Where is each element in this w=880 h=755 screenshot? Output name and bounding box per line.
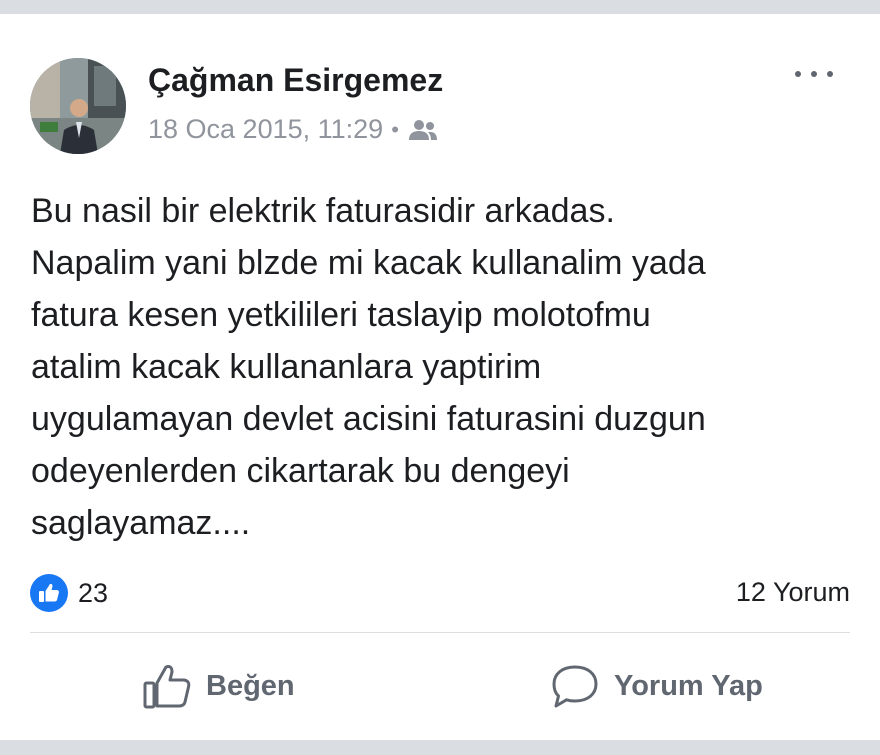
post-timestamp[interactable]: 18 Oca 2015, 11:29 (148, 114, 383, 145)
post-text: Bu nasil bir elektrik faturasidir arkada… (31, 185, 861, 549)
comment-icon (552, 665, 598, 708)
comment-count[interactable]: 12 Yorum (736, 577, 850, 608)
like-button[interactable]: Beğen (142, 662, 295, 710)
avatar-image (30, 58, 126, 154)
like-count: 23 (78, 577, 109, 608)
divider (30, 632, 850, 633)
post-text-line: uygulamayan devlet acisini faturasini du… (31, 400, 706, 438)
post-text-line: Bu nasil bir elektrik faturasidir arkada… (31, 192, 615, 230)
post-text-line: saglayamaz.... (31, 504, 251, 542)
comment-button-label: Yorum Yap (614, 669, 763, 702)
thumbs-up-icon (143, 665, 191, 709)
post-text-line: Napalim yani blzde mi kacak kullanalim y… (31, 244, 706, 282)
meta-separator: • (391, 116, 399, 142)
post-text-line: atalim kacak kullananlara yaptirim (31, 348, 542, 386)
post-meta: 18 Oca 2015, 11:29 • (148, 114, 438, 145)
avatar[interactable] (30, 58, 126, 154)
post-text-line: odeyenlerden cikartarak bu dengeyi (31, 452, 570, 490)
more-options-icon[interactable] (790, 62, 838, 86)
post-text-line: fatura kesen yetkilileri taslayip moloto… (31, 296, 651, 334)
author-name[interactable]: Çağman Esirgemez (148, 62, 443, 99)
friends-icon[interactable] (408, 118, 438, 142)
like-reaction-icon (30, 574, 68, 612)
post-card: Çağman Esirgemez 18 Oca 2015, 11:29 • Bu… (0, 14, 880, 740)
reactions-summary[interactable]: 23 (30, 574, 108, 612)
comment-button[interactable]: Yorum Yap (550, 662, 763, 710)
like-button-label: Beğen (206, 669, 295, 702)
